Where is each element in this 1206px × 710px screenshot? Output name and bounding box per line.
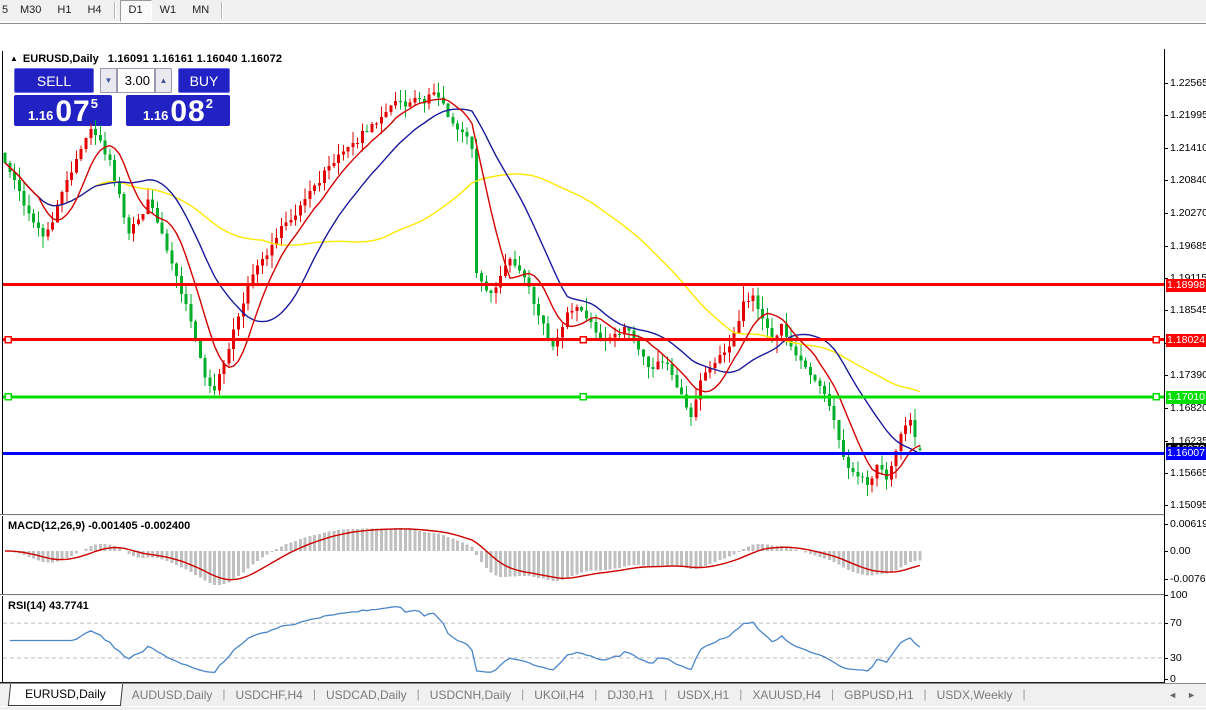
price-axis-tick xyxy=(1164,375,1168,376)
price-axis-tick xyxy=(1164,83,1168,84)
rsi-axis-label: 70 xyxy=(1170,617,1182,629)
tab-gbpusd-h1[interactable]: GBPUSD,H1 xyxy=(834,684,923,706)
hline-handle[interactable] xyxy=(5,394,11,400)
price-line-label-1-18024: 1.18024 xyxy=(1166,334,1206,347)
rsi-axis-label-tick xyxy=(1164,679,1168,680)
price-axis-label: 1.22565 xyxy=(1170,77,1206,89)
rsi-panel-canvas[interactable] xyxy=(0,596,1165,682)
tab-usdchf-h4[interactable]: USDCHF,H4 xyxy=(226,684,313,706)
status-strip xyxy=(0,706,1206,710)
candles-group xyxy=(4,83,922,497)
tab-audusd-daily[interactable]: AUDUSD,Daily xyxy=(122,684,223,706)
price-axis-tick xyxy=(1164,473,1168,474)
timeframe-button-h1[interactable]: H1 xyxy=(49,0,79,22)
tab-scroll-right-icon[interactable]: ► xyxy=(1187,690,1196,700)
price-axis-tick xyxy=(1164,310,1168,311)
macd-indicator-title: MACD(12,26,9) -0.001405 -0.002400 xyxy=(8,520,190,532)
hline-handle[interactable] xyxy=(1153,394,1159,400)
price-axis-tick xyxy=(1164,505,1168,506)
macd-axis-label-tick xyxy=(1164,524,1168,525)
hline-handle[interactable] xyxy=(5,337,11,343)
price-axis-label: 1.17390 xyxy=(1170,369,1206,381)
timeframe-button-m5-partial[interactable]: 5 xyxy=(0,0,12,22)
timeframe-button-m30[interactable]: M30 xyxy=(12,0,49,22)
tab-usdx-weekly[interactable]: USDX,Weekly xyxy=(927,684,1023,706)
chart-tab-bar: EURUSD,DailyAUDUSD,Daily|USDCHF,H4|USDCA… xyxy=(0,683,1206,706)
timeframe-button-mn[interactable]: MN xyxy=(184,0,217,22)
timeframe-button-w1[interactable]: W1 xyxy=(152,0,185,22)
main-chart-canvas[interactable] xyxy=(0,49,1165,515)
tab-dj30-h1[interactable]: DJ30,H1 xyxy=(597,684,664,706)
price-axis-label: 1.21995 xyxy=(1170,109,1206,121)
tab-xauusd-h4[interactable]: XAUUSD,H4 xyxy=(742,684,831,706)
price-line-label-1-18998: 1.18998 xyxy=(1166,279,1206,292)
rsi-axis-label-tick xyxy=(1164,658,1168,659)
tab-scroll-left-icon[interactable]: ◄ xyxy=(1168,690,1177,700)
hline-handle[interactable] xyxy=(580,394,586,400)
trading-terminal: 5 M30H1H4 D1W1MN ▲EURUSD,Daily 1.16091 1.… xyxy=(0,0,1206,710)
price-axis-label: 1.21410 xyxy=(1170,142,1206,154)
price-axis-frame xyxy=(1164,49,1165,684)
tab-usdcad-daily[interactable]: USDCAD,Daily xyxy=(316,684,417,706)
tab-usdx-h1[interactable]: USDX,H1 xyxy=(667,684,739,706)
price-axis-tick xyxy=(1164,115,1168,116)
macd-axis-label-tick xyxy=(1164,551,1168,552)
price-axis-tick xyxy=(1164,246,1168,247)
macd-axis-label: -0.00762 xyxy=(1170,573,1206,585)
tab-eurusd-daily[interactable]: EURUSD,Daily xyxy=(8,684,123,706)
hline-handle[interactable] xyxy=(580,337,586,343)
rsi-indicator-title: RSI(14) 43.7741 xyxy=(8,600,89,612)
price-axis-tick xyxy=(1164,441,1168,442)
toolbar-separator xyxy=(221,2,223,19)
rsi-axis-label: 100 xyxy=(1170,589,1188,601)
price-axis-label: 1.20840 xyxy=(1170,174,1206,186)
macd-axis-label: 0.006193 xyxy=(1170,518,1206,530)
hline-handle[interactable] xyxy=(1153,337,1159,343)
price-axis-label: 1.15095 xyxy=(1170,499,1206,511)
price-axis-label: 1.20270 xyxy=(1170,207,1206,219)
tab-ukoil-h4[interactable]: UKOil,H4 xyxy=(524,684,594,706)
tab-separator: | xyxy=(1022,684,1025,706)
price-line-label-1-17010: 1.17010 xyxy=(1166,391,1206,404)
price-axis-tick xyxy=(1164,180,1168,181)
toolbar-separator xyxy=(114,2,116,19)
timeframe-toolbar: 5 M30H1H4 D1W1MN xyxy=(0,0,1206,22)
price-axis-label: 1.19685 xyxy=(1170,240,1206,252)
timeframe-button-d1[interactable]: D1 xyxy=(120,0,152,22)
price-axis-label: 1.15665 xyxy=(1170,467,1206,479)
macd-axis-label: 0.00 xyxy=(1170,545,1190,557)
tab-scroll-buttons: ◄ ► xyxy=(1168,684,1206,706)
rsi-line xyxy=(10,607,920,673)
price-axis-tick xyxy=(1164,148,1168,149)
moving-averages-group xyxy=(5,99,920,475)
timeframe-button-h4[interactable]: H4 xyxy=(79,0,109,22)
price-line-label-1-16007: 1.16007 xyxy=(1166,447,1206,460)
rsi-axis-label-tick xyxy=(1164,623,1168,624)
tab-usdcnh-daily[interactable]: USDCNH,Daily xyxy=(420,684,521,706)
price-axis-label: 1.18545 xyxy=(1170,304,1206,316)
rsi-axis-label: 30 xyxy=(1170,652,1182,664)
rsi-axis-label-tick xyxy=(1164,595,1168,596)
macd-axis-label-tick xyxy=(1164,579,1168,580)
price-axis-tick xyxy=(1164,213,1168,214)
chart-window: ▲EURUSD,Daily 1.16091 1.16161 1.16040 1.… xyxy=(0,23,1206,710)
price-axis-tick xyxy=(1164,408,1168,409)
horizontal-lines-group xyxy=(3,285,1164,454)
tab-label: EURUSD,Daily xyxy=(25,687,106,701)
